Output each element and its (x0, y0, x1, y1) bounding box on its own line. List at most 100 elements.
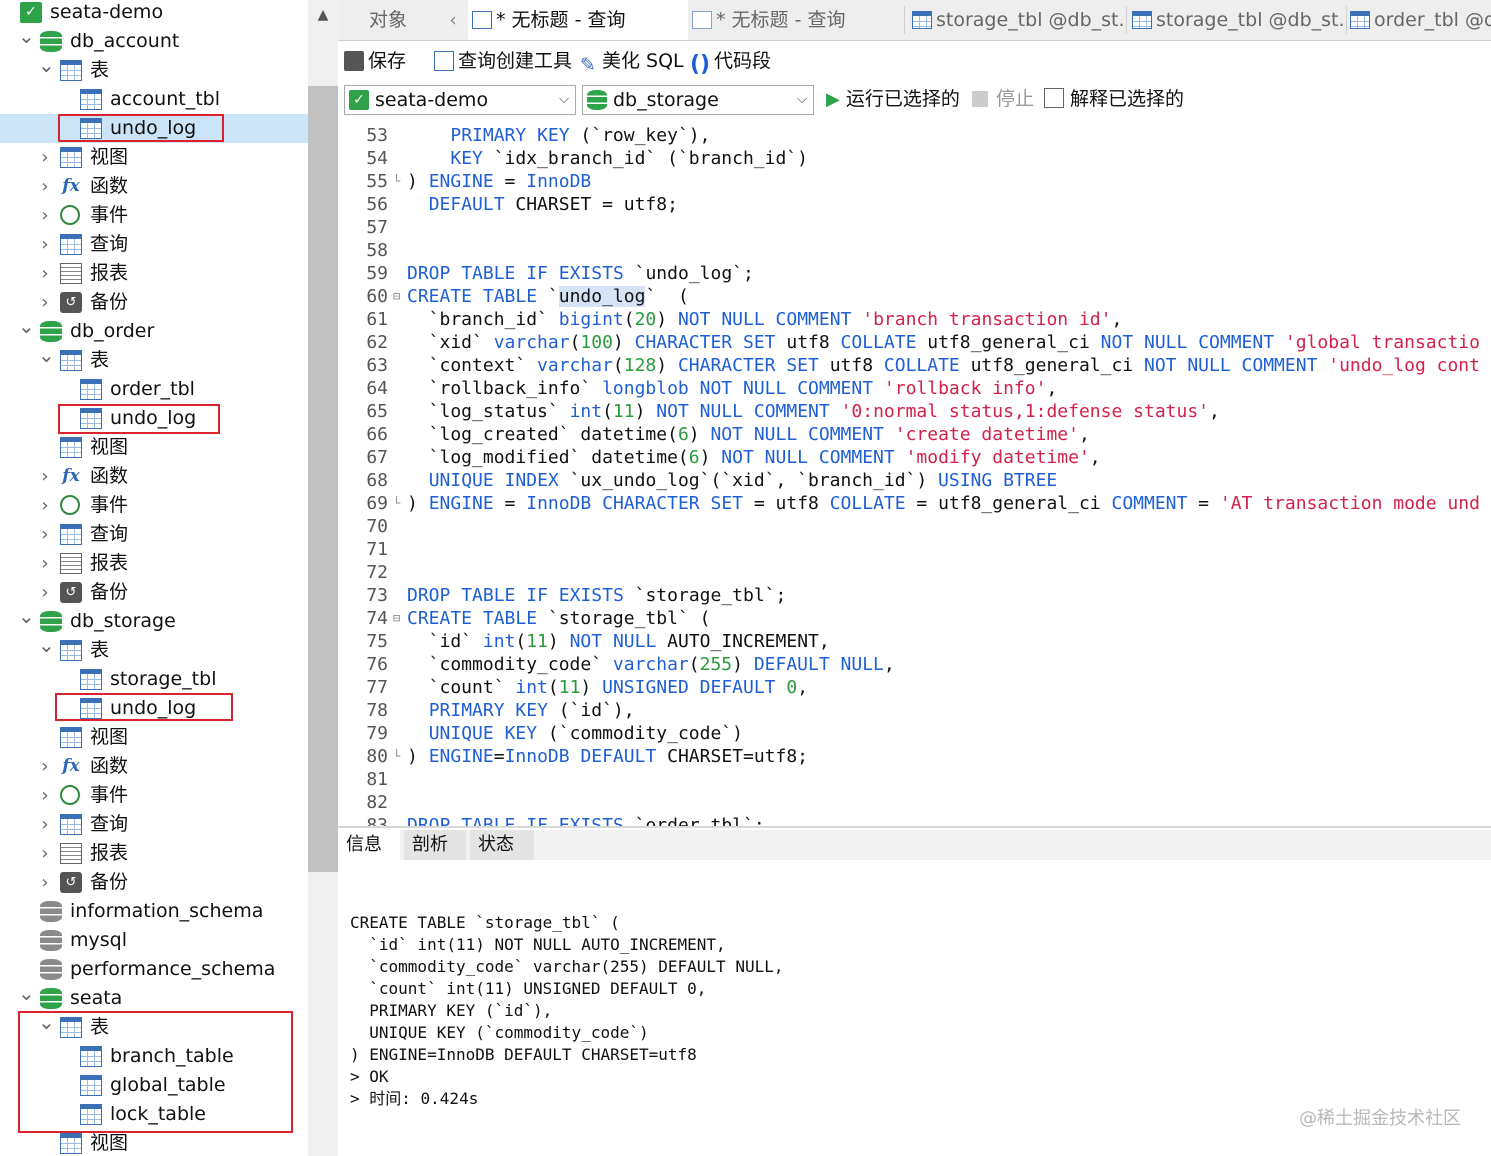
code-line[interactable]: 67 `log_modified` datetime(6) NOT NULL C… (338, 446, 1491, 469)
chevron-down-icon[interactable]: ⌄ (38, 1012, 55, 1042)
tab-storage-tbl-1[interactable]: storage_tbl @db_st... (910, 0, 1126, 40)
code-line[interactable]: 75 `id` int(11) NOT NULL AUTO_INCREMENT, (338, 630, 1491, 653)
save-button[interactable]: 保存 (344, 48, 406, 74)
code-line[interactable]: 68 UNIQUE INDEX `ux_undo_log`(`xid`, `br… (338, 469, 1491, 492)
code-line[interactable]: 73 DROP TABLE IF EXISTS `storage_tbl`; (338, 584, 1491, 607)
tree-item[interactable]: 视图 (0, 723, 308, 752)
run-selected-button[interactable]: ▶ 运行已选择的 (826, 86, 960, 112)
tree-item[interactable]: › fx 函数 (0, 752, 308, 781)
code-line[interactable]: 66 `log_created` datetime(6) NOT NULL CO… (338, 423, 1491, 446)
fold-toggle-icon[interactable]: ⊟ (393, 285, 405, 308)
sidebar-scrollbar[interactable]: ▲ (308, 0, 338, 1156)
chevron-right-icon[interactable]: › (38, 491, 52, 520)
tree-item[interactable]: ⌄ 表 (0, 635, 308, 665)
chevron-right-icon[interactable]: › (38, 781, 52, 810)
tree-item-undo_log[interactable]: undo_log (0, 694, 308, 723)
chevron-down-icon[interactable]: ⌄ (38, 635, 55, 665)
chevron-right-icon[interactable]: › (38, 259, 52, 288)
tree-item-undo_log[interactable]: undo_log (0, 114, 308, 143)
tree-item-storage_tbl[interactable]: storage_tbl (0, 665, 308, 694)
chevron-down-icon[interactable]: ⌄ (18, 26, 35, 56)
tree-item-undo_log[interactable]: undo_log (0, 404, 308, 433)
code-line[interactable]: 53 PRIMARY KEY (`row_key`), (338, 124, 1491, 147)
sidebar-scroll-thumb[interactable] (308, 86, 338, 872)
connection-select[interactable]: ✓ seata-demo ⌵ (344, 85, 576, 115)
chevron-right-icon[interactable]: › (38, 172, 52, 201)
tree-item-branch_table[interactable]: branch_table (0, 1042, 308, 1071)
chevron-right-icon[interactable]: › (38, 839, 52, 868)
code-line[interactable]: 64 `rollback_info` longblob NOT NULL COM… (338, 377, 1491, 400)
stop-button[interactable]: 停止 (972, 86, 1034, 112)
tree-item-mysql[interactable]: mysql (0, 926, 308, 955)
chevron-down-icon[interactable]: ⌄ (38, 345, 55, 375)
chevron-right-icon[interactable]: › (38, 868, 52, 897)
tree-item-performance_schema[interactable]: performance_schema (0, 955, 308, 984)
code-line[interactable]: 83 DROP TABLE IF EXISTS `order_tbl`; (338, 814, 1491, 826)
code-line[interactable]: 63 `context` varchar(128) CHARACTER SET … (338, 354, 1491, 377)
chevron-right-icon[interactable]: › (38, 230, 52, 259)
tab-info[interactable]: 信息 (338, 830, 400, 860)
tree-item-account_tbl[interactable]: account_tbl (0, 85, 308, 114)
tree-item-db_storage[interactable]: ⌄ db_storage (0, 606, 308, 636)
tree-item[interactable]: › 事件 (0, 491, 308, 520)
tab-objects[interactable]: 对象 (338, 0, 438, 40)
tree-item[interactable]: › 事件 (0, 201, 308, 230)
chevron-down-icon[interactable]: ⌄ (38, 55, 55, 85)
code-line[interactable]: 61 `branch_id` bigint(20) NOT NULL COMME… (338, 308, 1491, 331)
tree-item[interactable]: ⌄ 表 (0, 345, 308, 375)
tree-item-information_schema[interactable]: information_schema (0, 897, 308, 926)
tree-item-seata[interactable]: ⌄ seata (0, 983, 308, 1013)
chevron-right-icon[interactable]: › (38, 143, 52, 172)
tree-item[interactable]: › fx 函数 (0, 172, 308, 201)
code-line[interactable]: 60 ⊟ CREATE TABLE `undo_log` ( (338, 285, 1491, 308)
tree-item[interactable]: › 报表 (0, 259, 308, 288)
tab-scroll-left-icon[interactable]: ‹ (442, 0, 464, 40)
tree-item[interactable]: › ↺ 备份 (0, 868, 308, 897)
code-line[interactable]: 77 `count` int(11) UNSIGNED DEFAULT 0, (338, 676, 1491, 699)
fold-toggle-icon[interactable]: ⊟ (393, 607, 405, 630)
sql-editor[interactable]: 53 PRIMARY KEY (`row_key`), 54 KEY `idx_b… (338, 124, 1491, 826)
chevron-right-icon[interactable]: › (38, 520, 52, 549)
tree-item-seatademo[interactable]: ✓ seata-demo (0, 0, 308, 27)
tree-item[interactable]: ⌄ 表 (0, 55, 308, 85)
tab-profile[interactable]: 剖析 (404, 830, 466, 860)
code-line[interactable]: 56 DEFAULT CHARSET = utf8; (338, 193, 1491, 216)
tab-storage-tbl-2[interactable]: storage_tbl @db_st... (1130, 0, 1346, 40)
tab-query-active[interactable]: * 无标题 - 查询 (468, 0, 688, 40)
chevron-right-icon[interactable]: › (38, 578, 52, 607)
code-line[interactable]: 54 KEY `idx_branch_id` (`branch_id`) (338, 147, 1491, 170)
tree-item[interactable]: › ↺ 备份 (0, 288, 308, 317)
tree-item[interactable]: › 报表 (0, 549, 308, 578)
code-line[interactable]: 80 └) ENGINE=InnoDB DEFAULT CHARSET=utf8; (338, 745, 1491, 768)
code-line[interactable]: 79 UNIQUE KEY (`commodity_code`) (338, 722, 1491, 745)
tab-order-tbl[interactable]: order_tbl @d (1348, 0, 1491, 40)
code-line[interactable]: 70 (338, 515, 1491, 538)
tree-item[interactable]: 视图 (0, 433, 308, 462)
tree-item[interactable]: › 报表 (0, 839, 308, 868)
code-line[interactable]: 69 └) ENGINE = InnoDB CHARACTER SET = utf… (338, 492, 1491, 515)
chevron-right-icon[interactable]: › (38, 201, 52, 230)
code-snippet-button[interactable]: () 代码段 (690, 48, 771, 76)
tree-item[interactable]: › ↺ 备份 (0, 578, 308, 607)
explain-selected-button[interactable]: 解释已选择的 (1044, 86, 1184, 112)
code-line[interactable]: 55 └) ENGINE = InnoDB (338, 170, 1491, 193)
code-line[interactable]: 57 (338, 216, 1491, 239)
tree-item[interactable]: › fx 函数 (0, 462, 308, 491)
beautify-sql-button[interactable]: ✎ 美化 SQL (578, 48, 684, 76)
code-line[interactable]: 62 `xid` varchar(100) CHARACTER SET utf8… (338, 331, 1491, 354)
code-line[interactable]: 74 ⊟ CREATE TABLE `storage_tbl` ( (338, 607, 1491, 630)
chevron-right-icon[interactable]: › (38, 549, 52, 578)
chevron-down-icon[interactable]: ⌄ (18, 606, 35, 636)
tree-item[interactable]: › 查询 (0, 520, 308, 549)
tree-item[interactable]: › 视图 (0, 143, 308, 172)
tree-item-global_table[interactable]: global_table (0, 1071, 308, 1100)
chevron-right-icon[interactable]: › (38, 810, 52, 839)
editor-splitter[interactable] (338, 826, 1491, 828)
tree-item[interactable]: › 查询 (0, 230, 308, 259)
tab-query-2[interactable]: * 无标题 - 查询 (688, 0, 906, 40)
code-line[interactable]: 76 `commodity_code` varchar(255) DEFAULT… (338, 653, 1491, 676)
tree-item[interactable]: › 查询 (0, 810, 308, 839)
code-line[interactable]: 58 (338, 239, 1491, 262)
code-line[interactable]: 82 (338, 791, 1491, 814)
code-line[interactable]: 71 (338, 538, 1491, 561)
